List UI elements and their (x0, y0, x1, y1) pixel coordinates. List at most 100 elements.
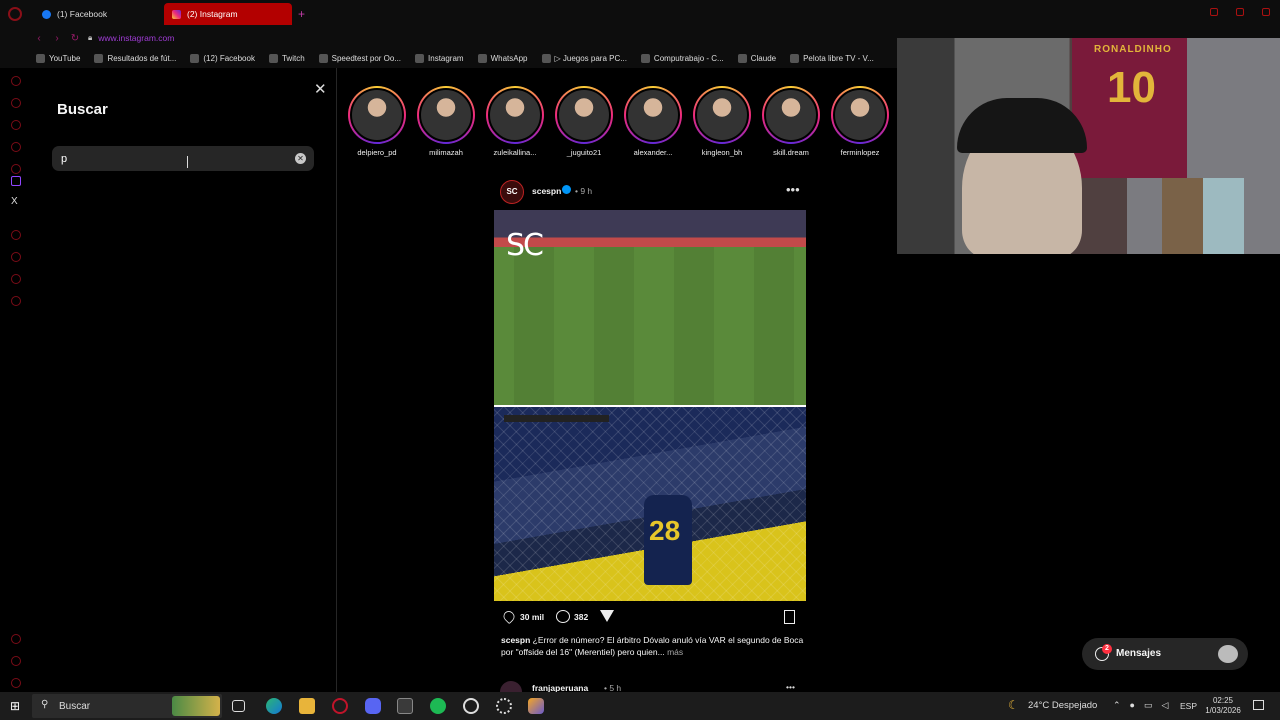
bookmark-item[interactable]: (12) Facebook (190, 53, 255, 63)
chrome-icon[interactable] (463, 698, 479, 714)
sidebar-bookmark-icon[interactable] (11, 120, 21, 130)
story-item[interactable]: zuleikallina... (483, 86, 547, 157)
network-icon[interactable]: ▭ (1144, 700, 1153, 711)
search-box[interactable]: ✕ (52, 146, 314, 171)
search-icon: ⚲ (41, 699, 49, 710)
new-tab-button[interactable]: + (298, 7, 305, 21)
close-icon[interactable]: ✕ (314, 80, 327, 98)
bookmark-item[interactable]: Computrabajo - C... (640, 53, 724, 63)
avatar (833, 88, 887, 142)
post-username[interactable]: scespn (532, 186, 561, 196)
sidebar-more-icon[interactable] (11, 656, 21, 666)
facebook-icon (190, 53, 200, 63)
bookmark-label: ▷ Juegos para PC... (554, 53, 627, 63)
story-item[interactable]: delpiero_pd (345, 86, 409, 157)
like-button[interactable]: 30 mil (501, 608, 544, 625)
sidebar-twitch-icon[interactable] (11, 176, 21, 186)
more-options-icon[interactable]: ••• (786, 182, 800, 197)
bookmark-item[interactable]: WhatsApp (477, 53, 528, 63)
clock[interactable]: 02:25 1/03/2026 (1205, 696, 1241, 716)
caption-username[interactable]: scespn (501, 635, 530, 645)
comment-icon (556, 610, 570, 623)
chevron-up-icon[interactable]: ⌃ (1113, 700, 1121, 711)
taskbar-search[interactable]: ⚲ Buscar (32, 694, 222, 718)
weather-widget[interactable]: 24°C Despejado (1028, 700, 1097, 711)
url-field[interactable]: www.instagram.com (98, 33, 174, 43)
search-panel: Buscar ✕ ✕ (32, 68, 337, 692)
sportscenter-logo: SC (506, 228, 544, 263)
story-item[interactable]: milimazah (414, 86, 478, 157)
store-icon[interactable] (397, 698, 413, 714)
bookmark-item[interactable]: YouTube (36, 53, 80, 63)
score-bug (504, 415, 609, 422)
sidebar-clock-icon[interactable] (11, 252, 21, 262)
story-item[interactable]: kingleon_bh (690, 86, 754, 157)
edge-icon[interactable] (266, 698, 282, 714)
instagram-icon (172, 9, 181, 19)
sidebar-aria-icon[interactable] (11, 98, 21, 108)
back-icon[interactable]: ‹ (30, 33, 48, 44)
bookmark-item[interactable]: ▷ Juegos para PC... (541, 53, 627, 63)
opera-logo-icon[interactable] (8, 7, 22, 21)
language-indicator[interactable]: ESP (1180, 701, 1197, 711)
task-view-icon[interactable] (232, 700, 245, 712)
bookmark-label: WhatsApp (490, 53, 528, 63)
bookmark-icon[interactable] (784, 610, 795, 624)
caption-more-link[interactable]: más (665, 647, 683, 657)
bookmark-label: Instagram (428, 53, 464, 63)
story-item[interactable]: skill.dream (759, 86, 823, 157)
story-username: kingleon_bh (701, 148, 743, 157)
more-options-icon[interactable]: ••• (786, 682, 795, 692)
tab-instagram[interactable]: (2) Instagram (164, 3, 292, 25)
maximize-button[interactable] (1236, 8, 1244, 16)
opera-gx-icon[interactable] (332, 698, 348, 714)
file-explorer-icon[interactable] (299, 698, 315, 714)
lock-icon[interactable]: 🔒︎ (88, 33, 92, 43)
story-username: zuleikallina... (493, 148, 537, 157)
avatar (695, 88, 749, 142)
story-ring (486, 86, 544, 144)
post-media[interactable]: SC 28 (494, 210, 806, 601)
bookmark-item[interactable]: Claude (737, 53, 776, 63)
share-button[interactable] (600, 610, 614, 622)
bookmark-item[interactable]: Pelota libre TV - V... (790, 53, 874, 63)
clear-icon[interactable]: ✕ (295, 153, 306, 164)
bookmark-item[interactable]: Twitch (268, 53, 305, 63)
bookmark-item[interactable]: Instagram (415, 53, 464, 63)
volume-icon[interactable]: ◁ (1162, 700, 1169, 711)
close-window-button[interactable] (1262, 8, 1270, 16)
comment-button[interactable]: 382 (556, 610, 588, 623)
bookmark-item[interactable]: Speedtest por Oo... (318, 53, 401, 63)
windows-start-icon[interactable]: ⊞ (0, 692, 30, 720)
spotify-icon[interactable] (430, 698, 446, 714)
sidebar-player-icon[interactable] (11, 164, 21, 174)
story-item[interactable]: _juguito21 (552, 86, 616, 157)
messages-button[interactable]: 2 Mensajes (1082, 638, 1248, 670)
sidebar-pin-icon[interactable] (11, 634, 21, 644)
story-item[interactable]: alexander... (621, 86, 685, 157)
minimize-button[interactable] (1210, 8, 1218, 16)
twitch-icon (268, 53, 278, 63)
sidebar-settings-icon[interactable] (11, 274, 21, 284)
sidebar-x-icon[interactable]: X (11, 196, 18, 207)
sidebar-dots-icon[interactable] (11, 678, 21, 688)
avatar[interactable]: SC (500, 180, 524, 204)
sidebar-history-icon[interactable] (11, 230, 21, 240)
settings-icon[interactable] (496, 698, 512, 714)
sidebar-heart-icon[interactable] (11, 142, 21, 152)
globe-icon (94, 53, 104, 63)
story-item[interactable]: ferminlopez (828, 86, 892, 157)
story-ring (555, 86, 613, 144)
reload-icon[interactable]: ↻ (66, 33, 84, 44)
sidebar-messenger-icon[interactable] (11, 76, 21, 86)
bookmark-item[interactable]: Resultados de fút... (94, 53, 176, 63)
app-icon[interactable] (528, 698, 544, 714)
notification-icon[interactable] (1253, 700, 1264, 710)
verified-badge-icon (562, 185, 571, 194)
forward-icon[interactable]: › (48, 33, 66, 44)
search-input[interactable] (61, 151, 286, 167)
mic-icon[interactable]: ● (1130, 700, 1135, 711)
sidebar-extensions-icon[interactable] (11, 296, 21, 306)
tab-facebook[interactable]: (1) Facebook (34, 3, 162, 25)
discord-icon[interactable] (365, 698, 381, 714)
